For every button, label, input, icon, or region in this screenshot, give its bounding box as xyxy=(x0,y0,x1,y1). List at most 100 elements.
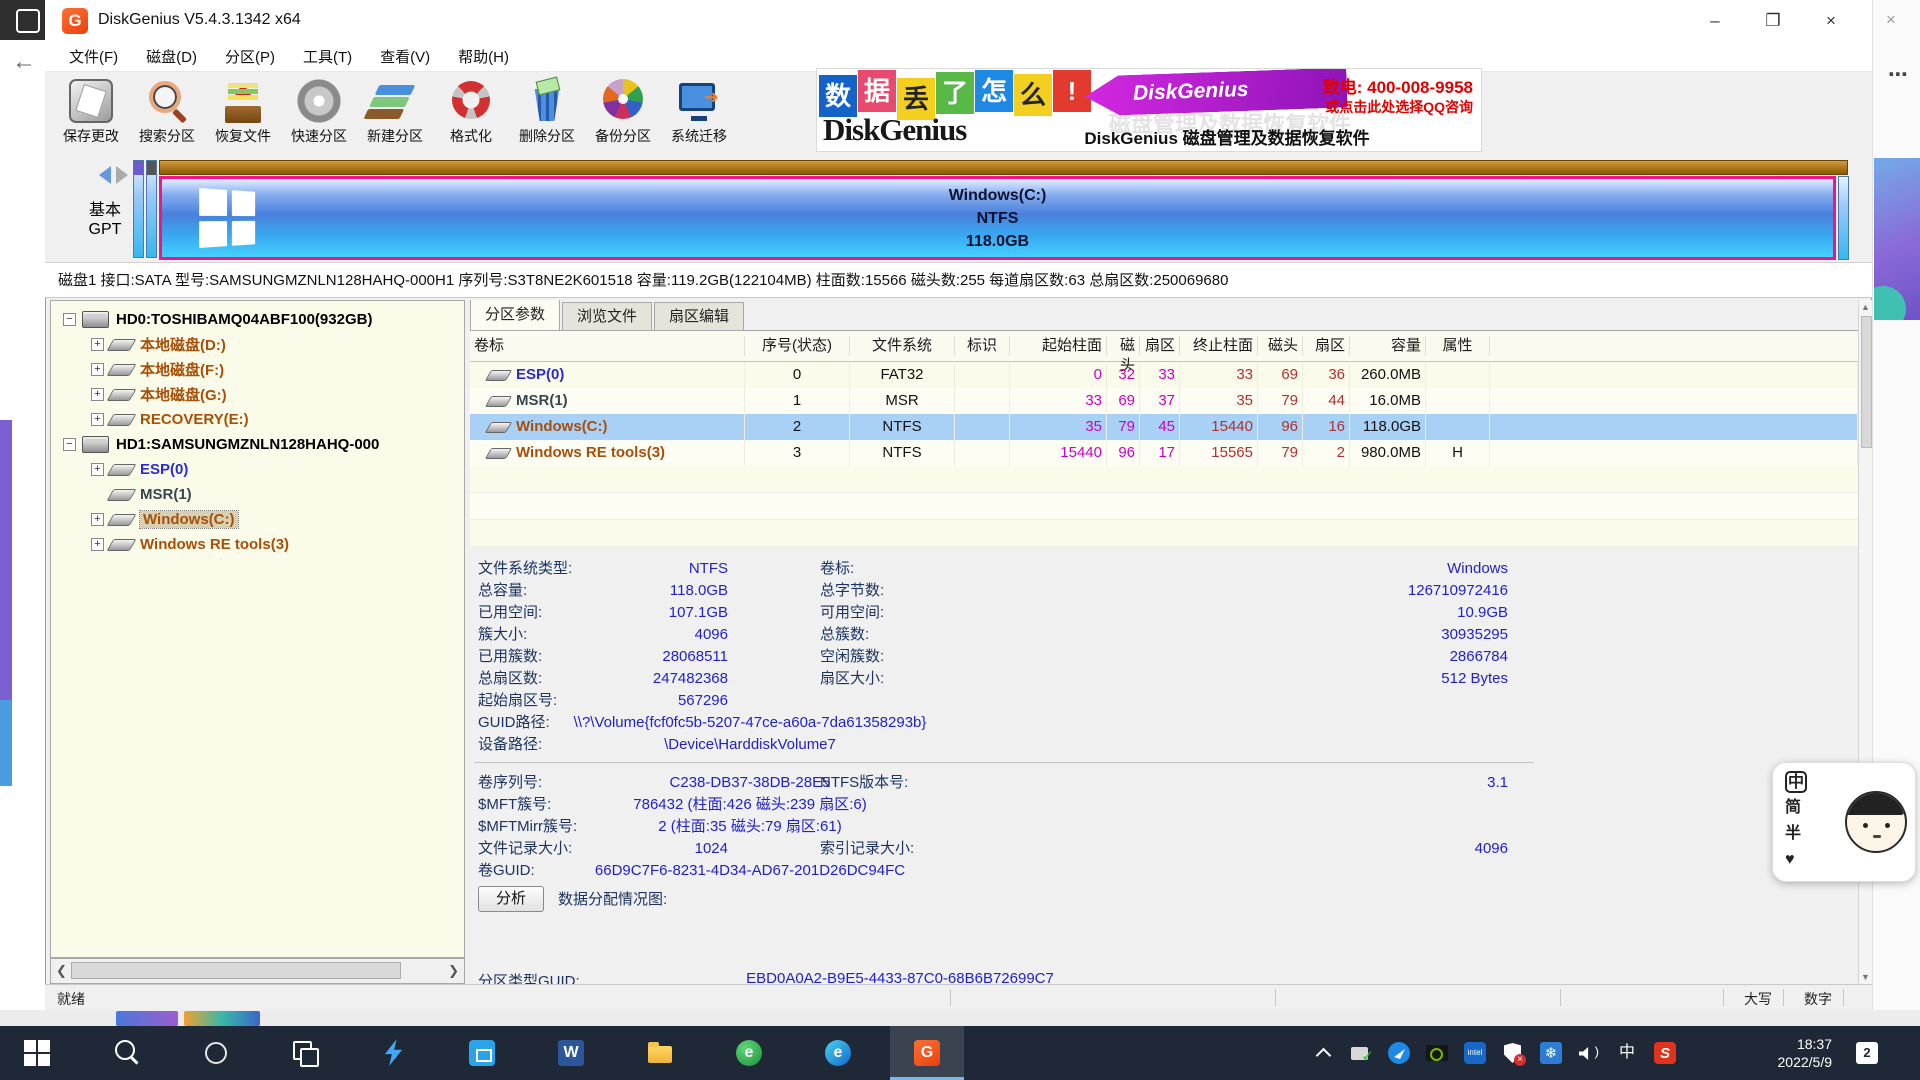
tab[interactable]: 分区参数 xyxy=(470,300,560,330)
column-header[interactable]: 终止柱面 xyxy=(1180,336,1258,356)
menu-item[interactable]: 查看(V) xyxy=(366,46,444,67)
scroll-left-icon[interactable]: ❮ xyxy=(56,963,67,979)
close-button[interactable]: × xyxy=(1806,0,1856,42)
windows-partition-block[interactable]: Windows(C:) NTFS 118.0GB xyxy=(159,176,1836,260)
table-row[interactable]: MSR(1) 1 MSR 33 69 37 35 79 44 16.0MB xyxy=(470,388,1858,414)
ime-mode-item[interactable]: 简 xyxy=(1785,797,1807,819)
taskbar-clock[interactable]: 18:37 2022/5/9 xyxy=(1736,1035,1832,1071)
column-header[interactable]: 文件系统 xyxy=(850,336,955,356)
column-header[interactable]: 属性 xyxy=(1426,336,1490,356)
tree-item[interactable]: ESP(0) xyxy=(51,457,464,482)
taskbar-app-button[interactable] xyxy=(267,1026,341,1080)
tree-item[interactable]: Windows(C:) xyxy=(51,507,464,532)
table-row[interactable]: ESP(0) 0 FAT32 0 32 33 33 69 36 260.0MB xyxy=(470,362,1858,388)
toolbar-button[interactable]: 快速分区 xyxy=(281,74,357,150)
menu-item[interactable]: 磁盘(D) xyxy=(132,46,211,67)
tree-item[interactable]: 本地磁盘(G:) xyxy=(51,382,464,407)
ime-mode-item[interactable]: 半 xyxy=(1785,823,1807,845)
column-header[interactable]: 卷标 xyxy=(470,336,745,356)
banner-ad[interactable]: 数据丢了怎么! 磁盘管理及数据恢复软件 DiskGenius DiskGeniu… xyxy=(816,68,1482,152)
esp-partition-block[interactable] xyxy=(133,160,144,258)
tray-icon[interactable]: 中 xyxy=(1614,1040,1640,1066)
tray-icon[interactable] xyxy=(1500,1040,1526,1066)
msr-partition-block[interactable] xyxy=(146,160,157,258)
tab[interactable]: 浏览文件 xyxy=(562,302,652,330)
analyze-button[interactable]: 分析 xyxy=(478,886,544,912)
column-header[interactable]: 序号(状态) xyxy=(745,336,850,356)
expander-icon[interactable] xyxy=(91,388,104,401)
column-header[interactable]: 磁头 xyxy=(1107,336,1140,356)
expander-icon[interactable] xyxy=(63,313,76,326)
toolbar-button[interactable]: 恢复文件 xyxy=(205,74,281,150)
banner-qq-link[interactable]: 或点击此处选择QQ咨询 xyxy=(1325,97,1473,117)
tray-icon[interactable] xyxy=(1386,1040,1412,1066)
taskbar-app-button[interactable]: e xyxy=(801,1026,875,1080)
tree-item[interactable]: 本地磁盘(D:) xyxy=(51,332,464,357)
taskbar-app-button[interactable] xyxy=(623,1026,697,1080)
recovery-partition-block[interactable] xyxy=(1838,176,1849,260)
prev-disk-arrow-icon[interactable] xyxy=(90,166,111,184)
toolbar-button[interactable]: 系统迁移 xyxy=(661,74,737,150)
column-header[interactable]: 标识 xyxy=(955,336,1010,356)
taskbar-app-button[interactable]: W xyxy=(534,1026,608,1080)
tree-item[interactable]: 本地磁盘(F:) xyxy=(51,357,464,382)
tray-icon[interactable] xyxy=(1424,1040,1450,1066)
menu-item[interactable]: 工具(T) xyxy=(289,46,366,67)
menu-item[interactable]: 文件(F) xyxy=(55,46,132,67)
tab[interactable]: 扇区编辑 xyxy=(654,302,744,330)
expander-icon[interactable] xyxy=(91,338,104,351)
toolbar-button[interactable]: 格式化 xyxy=(433,74,509,150)
browser-more-icon[interactable]: ⋯ xyxy=(1888,62,1908,87)
scroll-right-icon[interactable]: ❯ xyxy=(448,963,459,979)
toolbar-button[interactable]: 保存更改 xyxy=(53,74,129,150)
tree-item[interactable]: MSR(1) xyxy=(51,482,464,507)
scrollbar-thumb[interactable] xyxy=(71,962,401,979)
taskbar-app-button[interactable] xyxy=(178,1026,252,1080)
tree-item[interactable]: HD1:SAMSUNGMZNLN128HAHQ-000 xyxy=(51,432,464,457)
tree-item[interactable]: Windows RE tools(3) xyxy=(51,532,464,557)
tray-icon[interactable]: S xyxy=(1652,1040,1678,1066)
ime-mode-item[interactable]: ♥ xyxy=(1785,849,1807,871)
tree-horizontal-scrollbar[interactable]: ❮ ❯ xyxy=(50,958,465,984)
taskbar-app-button[interactable] xyxy=(89,1026,163,1080)
notification-center-icon[interactable]: 2 xyxy=(1856,1042,1878,1064)
tray-icon[interactable]: intel xyxy=(1462,1040,1488,1066)
expander-icon[interactable] xyxy=(91,463,104,476)
scroll-down-icon[interactable]: ▼ xyxy=(1861,972,1870,982)
browser-back-icon[interactable]: ← xyxy=(12,48,36,76)
expander-icon[interactable] xyxy=(91,363,104,376)
tray-icon[interactable]: ❄ xyxy=(1538,1040,1564,1066)
scroll-up-icon[interactable]: ▲ xyxy=(1861,302,1870,312)
scrollbar-thumb[interactable] xyxy=(1861,316,1872,448)
maximize-button[interactable]: ❐ xyxy=(1748,0,1798,42)
taskbar-app-button[interactable]: e xyxy=(712,1026,786,1080)
column-header[interactable]: 扇区 xyxy=(1303,336,1350,356)
column-header[interactable]: 磁头 xyxy=(1258,336,1303,356)
toolbar-button[interactable]: 备份分区 xyxy=(585,74,661,150)
taskbar-app-button[interactable] xyxy=(445,1026,519,1080)
taskbar-app-button[interactable] xyxy=(356,1026,430,1080)
expander-icon[interactable] xyxy=(91,513,104,526)
minimize-button[interactable]: – xyxy=(1690,0,1740,42)
column-header[interactable]: 容量 xyxy=(1350,336,1426,356)
column-header[interactable]: 起始柱面 xyxy=(1010,336,1107,356)
background-close-icon[interactable]: × xyxy=(1886,10,1896,30)
column-header[interactable]: 扇区 xyxy=(1140,336,1180,356)
toolbar-button[interactable]: 搜索分区 xyxy=(129,74,205,150)
expander-icon[interactable] xyxy=(91,413,104,426)
ime-mode-item[interactable]: 中 xyxy=(1785,771,1807,793)
taskbar-app-button[interactable]: G xyxy=(890,1026,964,1080)
toolbar-button[interactable]: 删除分区 xyxy=(509,74,585,150)
expander-icon[interactable] xyxy=(63,438,76,451)
table-row[interactable]: Windows RE tools(3) 3 NTFS 15440 96 17 1… xyxy=(470,440,1858,466)
expander-icon[interactable] xyxy=(91,538,104,551)
tray-icon[interactable] xyxy=(1348,1040,1374,1066)
tray-icon[interactable] xyxy=(1576,1040,1602,1066)
ime-status-widget[interactable]: 中简半 ♥ xyxy=(1772,762,1916,882)
tray-icon[interactable] xyxy=(1310,1040,1336,1066)
toolbar-button[interactable]: 新建分区 xyxy=(357,74,433,150)
tree-item[interactable]: HD0:TOSHIBAMQ04ABF100(932GB) xyxy=(51,307,464,332)
taskbar-app-button[interactable] xyxy=(0,1026,74,1080)
table-row[interactable]: Windows(C:) 2 NTFS 35 79 45 15440 96 16 … xyxy=(470,414,1858,440)
tree-item[interactable]: RECOVERY(E:) xyxy=(51,407,464,432)
